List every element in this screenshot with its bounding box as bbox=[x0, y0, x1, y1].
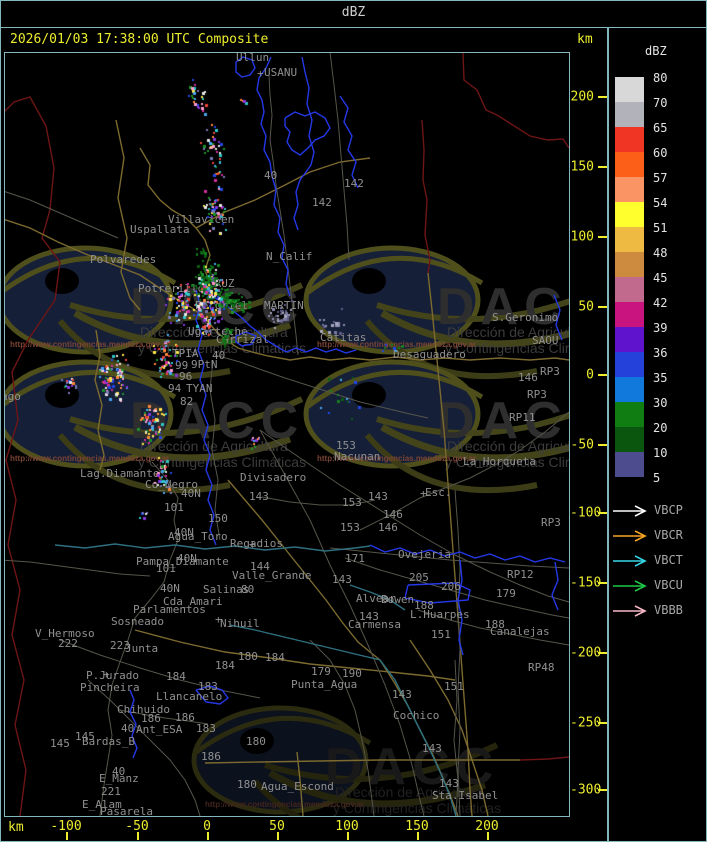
legend-arrow-label: VBCR bbox=[654, 528, 683, 542]
colorbar-label: 5 bbox=[653, 471, 661, 485]
colorbar-block bbox=[615, 252, 644, 277]
vbcr-arrow-icon bbox=[613, 530, 647, 542]
right-axis-label: -50 bbox=[570, 437, 594, 453]
colorbar-block bbox=[615, 177, 644, 202]
legend-title: dBZ bbox=[645, 44, 667, 58]
colorbar-label: 48 bbox=[653, 246, 668, 260]
legend-arrow-row: VBCP bbox=[611, 503, 683, 521]
colorbar-block bbox=[615, 77, 644, 102]
colorbar-block bbox=[615, 202, 644, 227]
colorbar-block bbox=[615, 427, 644, 452]
colorbar-label: 20 bbox=[653, 421, 668, 435]
right-axis: 200 150 100 50 0 -50 -100 -150 -200 -250 -300 bbox=[570, 52, 607, 817]
colorbar-block bbox=[615, 302, 644, 327]
right-axis-label: -200 bbox=[570, 645, 602, 661]
right-axis-label: -250 bbox=[570, 715, 602, 731]
colorbar-block bbox=[615, 127, 644, 152]
legend-arrow-label: VBCT bbox=[654, 553, 683, 567]
colorbar-label: 36 bbox=[653, 346, 668, 360]
legend-arrow-row: VBCU bbox=[611, 578, 683, 596]
right-axis-label: 150 bbox=[570, 159, 594, 175]
colorbar-block bbox=[615, 277, 644, 302]
colorbar-label: 10 bbox=[653, 446, 668, 460]
panel-divider bbox=[607, 28, 609, 841]
colorbar-label: 39 bbox=[653, 321, 668, 335]
colorbar-block bbox=[615, 327, 644, 352]
right-axis-label: 100 bbox=[570, 229, 594, 245]
right-axis-label: 200 bbox=[570, 89, 594, 105]
colorbar-block bbox=[615, 102, 644, 127]
colorbar-block bbox=[615, 227, 644, 252]
colorbar-block bbox=[615, 352, 644, 377]
right-axis-label: -150 bbox=[570, 575, 602, 591]
vbcp-arrow-icon bbox=[613, 505, 647, 517]
bottom-axis: km -100 -50 0 50 100 150 200 bbox=[0, 817, 607, 842]
colorbar-block bbox=[615, 377, 644, 402]
bottom-axis-tick bbox=[277, 832, 279, 840]
vbbb-arrow-icon bbox=[613, 605, 647, 617]
bottom-axis-tick bbox=[66, 832, 68, 840]
right-axis-tick bbox=[598, 236, 607, 238]
right-axis-tick bbox=[598, 582, 607, 584]
bottom-axis-tick bbox=[417, 832, 419, 840]
vbcu-arrow-icon bbox=[613, 580, 647, 592]
right-axis-label: -300 bbox=[570, 782, 602, 798]
right-axis-tick bbox=[598, 166, 607, 168]
km-unit-bottom: km bbox=[8, 820, 24, 835]
legend-arrow-row: VBCR bbox=[611, 528, 683, 546]
vbct-arrow-icon bbox=[613, 555, 647, 567]
colorbar-label: 60 bbox=[653, 146, 668, 160]
legend-arrow-row: VBBB bbox=[611, 603, 683, 621]
bottom-axis-tick bbox=[137, 832, 139, 840]
colorbar-label: 42 bbox=[653, 296, 668, 310]
colorbar-label: 70 bbox=[653, 96, 668, 110]
legend-arrow-label: VBCP bbox=[654, 503, 683, 517]
right-axis-tick bbox=[598, 444, 607, 446]
colorbar-label: 45 bbox=[653, 271, 668, 285]
right-axis-label: 50 bbox=[578, 299, 594, 315]
colorbar-label: 51 bbox=[653, 221, 668, 235]
right-axis-tick bbox=[598, 512, 607, 514]
bottom-axis-tick bbox=[207, 832, 209, 840]
colorbar-block bbox=[615, 152, 644, 177]
right-axis-tick bbox=[598, 652, 607, 654]
right-axis-tick bbox=[598, 789, 607, 791]
right-axis-tick bbox=[598, 306, 607, 308]
colorbar-label: 80 bbox=[653, 71, 668, 85]
colorbar-label: 30 bbox=[653, 396, 668, 410]
colorbar-block bbox=[615, 452, 644, 477]
right-axis-tick bbox=[598, 374, 607, 376]
colorbar-label: 35 bbox=[653, 371, 668, 385]
colorbar-label: 57 bbox=[653, 171, 668, 185]
legend-arrow-label: VBCU bbox=[654, 578, 683, 592]
bottom-axis-tick bbox=[347, 832, 349, 840]
right-axis-tick bbox=[598, 96, 607, 98]
right-axis-label: -100 bbox=[570, 505, 602, 521]
legend-arrow-row: VBCT bbox=[611, 553, 683, 571]
legend-panel: dBZ 80 70 65 60 57 54 51 48 45 42 39 36 35 30 20 10 5 VB… bbox=[609, 28, 707, 841]
bottom-axis-tick bbox=[487, 832, 489, 840]
colorbar-block bbox=[615, 402, 644, 427]
colorbar-label: 65 bbox=[653, 121, 668, 135]
right-axis-label: 0 bbox=[586, 367, 594, 383]
legend-arrow-label: VBBB bbox=[654, 603, 683, 617]
right-axis-tick bbox=[598, 722, 607, 724]
colorbar-label: 54 bbox=[653, 196, 668, 210]
